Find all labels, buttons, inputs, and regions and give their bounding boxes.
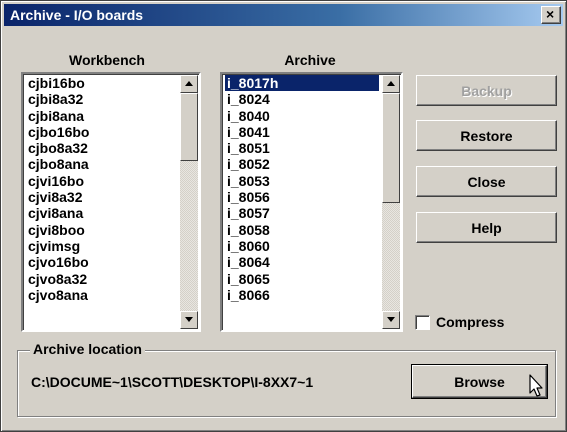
workbench-list-item[interactable]: cjvo8a32 bbox=[26, 271, 177, 287]
compress-label: Compress bbox=[436, 314, 505, 330]
archive-dialog: Archive - I/O boards × Workbench cjbi16b… bbox=[0, 0, 567, 432]
archive-list-item[interactable]: i_8040 bbox=[225, 108, 379, 124]
workbench-scroll-up-button[interactable] bbox=[180, 75, 198, 93]
backup-button[interactable]: Backup bbox=[416, 75, 557, 106]
archive-list-item[interactable]: i_8064 bbox=[225, 254, 379, 270]
workbench-list-item[interactable]: cjbo8a32 bbox=[26, 140, 177, 156]
title-bar[interactable]: Archive - I/O boards × bbox=[4, 4, 563, 26]
workbench-list-item[interactable]: cjvi16bo bbox=[26, 173, 177, 189]
workbench-list-item[interactable]: cjbi8a32 bbox=[26, 91, 177, 107]
archive-path: C:\DOCUME~1\SCOTT\DESKTOP\I-8XX7~1 bbox=[31, 374, 314, 390]
workbench-list-item[interactable]: cjbo16bo bbox=[26, 124, 177, 140]
workbench-list-item[interactable]: cjvi8boo bbox=[26, 222, 177, 238]
workbench-list-item[interactable]: cjbi16bo bbox=[26, 75, 177, 91]
workbench-list-item[interactable]: cjvo16bo bbox=[26, 254, 177, 270]
archive-scroll-thumb[interactable] bbox=[382, 93, 400, 203]
close-icon: × bbox=[546, 6, 555, 22]
scroll-down-arrow-icon bbox=[387, 317, 395, 322]
mouse-pointer-icon bbox=[529, 374, 543, 397]
archive-scrollbar[interactable] bbox=[382, 75, 400, 329]
workbench-items: cjbi16bo cjbi8a32 cjbi8ana cjbo16bo cjbo8a32… bbox=[26, 75, 177, 329]
archive-list-item[interactable]: i_8066 bbox=[225, 287, 379, 303]
archive-list-item[interactable]: i_8060 bbox=[225, 238, 379, 254]
archive-scroll-down-button[interactable] bbox=[382, 311, 400, 329]
close-window-button[interactable]: × bbox=[541, 6, 561, 24]
archive-list-item[interactable]: i_8053 bbox=[225, 173, 379, 189]
archive-list-item[interactable]: i_8057 bbox=[225, 205, 379, 221]
workbench-list-item[interactable]: cjbo8ana bbox=[26, 156, 177, 172]
workbench-scroll-down-button[interactable] bbox=[180, 311, 198, 329]
archive-list-item[interactable]: i_8024 bbox=[225, 91, 379, 107]
archive-list-item[interactable]: i_8041 bbox=[225, 124, 379, 140]
workbench-list[interactable]: cjbi16bo cjbi8a32 cjbi8ana cjbo16bo cjbo8a32… bbox=[21, 72, 201, 332]
archive-list-item[interactable]: i_8058 bbox=[225, 222, 379, 238]
workbench-heading: Workbench bbox=[69, 52, 145, 68]
archive-list-item[interactable]: i_8052 bbox=[225, 156, 379, 172]
archive-items: i_8017h i_8024 i_8040 i_8041 i_8051 i_8052 i_8… bbox=[225, 75, 379, 329]
archive-list-item[interactable]: i_8065 bbox=[225, 271, 379, 287]
help-button[interactable]: Help bbox=[416, 212, 557, 243]
workbench-scroll-thumb[interactable] bbox=[180, 93, 198, 161]
browse-button[interactable]: Browse bbox=[411, 364, 548, 399]
archive-list-item[interactable]: i_8017h bbox=[225, 75, 379, 92]
archive-heading: Archive bbox=[284, 52, 336, 68]
scroll-down-arrow-icon bbox=[185, 317, 193, 322]
close-button[interactable]: Close bbox=[416, 166, 557, 197]
archive-list-item[interactable]: i_8051 bbox=[225, 140, 379, 156]
archive-location-label: Archive location bbox=[30, 341, 145, 357]
archive-scroll-up-button[interactable] bbox=[382, 75, 400, 93]
archive-list[interactable]: i_8017h i_8024 i_8040 i_8041 i_8051 i_8052 i_8… bbox=[220, 72, 403, 332]
workbench-list-item[interactable]: cjvo8ana bbox=[26, 287, 177, 303]
workbench-list-item[interactable]: cjvi8a32 bbox=[26, 189, 177, 205]
scroll-up-arrow-icon bbox=[185, 81, 193, 86]
workbench-scrollbar[interactable] bbox=[180, 75, 198, 329]
restore-button[interactable]: Restore bbox=[416, 120, 557, 151]
workbench-list-item[interactable]: cjvi8ana bbox=[26, 205, 177, 221]
archive-list-item[interactable]: i_8056 bbox=[225, 189, 379, 205]
compress-checkbox[interactable] bbox=[415, 315, 430, 330]
workbench-list-item[interactable]: cjbi8ana bbox=[26, 108, 177, 124]
scroll-up-arrow-icon bbox=[387, 81, 395, 86]
workbench-list-item[interactable]: cjvimsg bbox=[26, 238, 177, 254]
window-title: Archive - I/O boards bbox=[10, 7, 144, 23]
